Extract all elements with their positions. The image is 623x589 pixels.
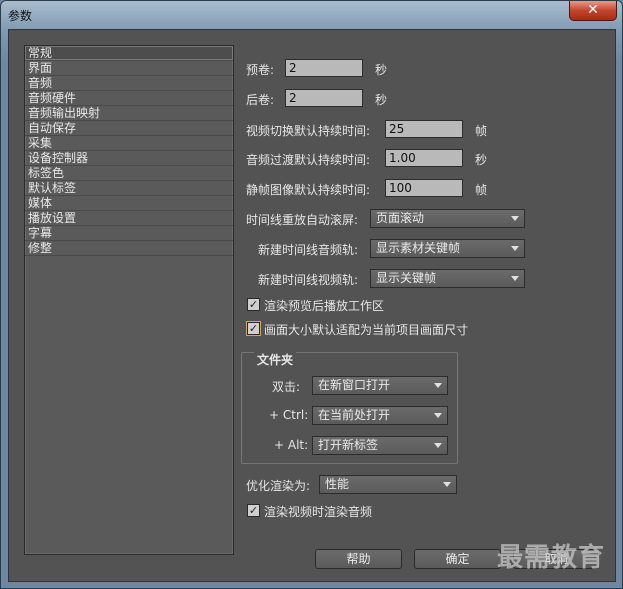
new-audio-track-value: 显示素材关键帧 <box>376 241 461 255</box>
chevron-down-icon <box>434 443 442 448</box>
timeline-scroll-label: 时间线重放自动滚屏: <box>246 213 359 227</box>
render-preview-label: 渲染预览后播放工作区 <box>264 299 385 313</box>
list-item[interactable]: 播放设置 <box>25 211 233 226</box>
chevron-down-icon <box>511 216 519 221</box>
list-item[interactable]: 界面 <box>25 61 233 76</box>
render-audio-label: 渲染视频时渲染音频 <box>264 505 373 519</box>
audio-crossfade-label: 音频过渡默认持续时间: <box>246 153 371 167</box>
double-click-label: 双击: <box>272 380 301 394</box>
still-image-label: 静帧图像默认持续时间: <box>246 183 371 197</box>
postroll-input[interactable]: 2 <box>285 89 363 107</box>
new-audio-track-select[interactable]: 显示素材关键帧 <box>370 239 525 258</box>
chevron-down-icon <box>434 383 442 388</box>
postroll-unit: 秒 <box>375 93 388 107</box>
new-video-track-value: 显示关键帧 <box>376 271 437 285</box>
new-video-track-label: 新建时间线视频轨: <box>258 273 359 287</box>
video-transition-input[interactable]: 25 <box>385 120 463 138</box>
optimize-select[interactable]: 性能 <box>319 475 457 494</box>
preroll-label: 预卷: <box>246 63 275 77</box>
list-item[interactable]: 字幕 <box>25 226 233 241</box>
scale-to-frame-checkbox[interactable]: ✓ <box>247 322 260 335</box>
chevron-down-icon <box>434 413 442 418</box>
chevron-down-icon <box>443 482 451 487</box>
list-item[interactable]: 自动保存 <box>25 121 233 136</box>
video-transition-unit: 帧 <box>475 124 488 138</box>
help-button[interactable]: 帮助 <box>315 549 402 569</box>
ctrl-value: 在当前处打开 <box>318 408 391 422</box>
audio-crossfade-input[interactable]: 1.00 <box>385 149 463 167</box>
optimize-value: 性能 <box>325 477 350 491</box>
render-preview-checkbox[interactable]: ✓ <box>247 298 260 311</box>
audio-crossfade-unit: 秒 <box>475 153 488 167</box>
ctrl-select[interactable]: 在当前处打开 <box>312 406 448 425</box>
alt-value: 打开新标签 <box>318 438 379 452</box>
close-button[interactable]: ✕ <box>569 1 617 21</box>
list-item[interactable]: 音频输出映射 <box>25 106 233 121</box>
video-transition-label: 视频切换默认持续时间: <box>246 124 371 138</box>
bins-group: 文件夹 双击: 在新窗口打开 + Ctrl: 在当前处打开 + Alt: 打开新… <box>241 351 458 464</box>
chevron-down-icon <box>511 246 519 251</box>
list-item[interactable]: 音频 <box>25 76 233 91</box>
alt-select[interactable]: 打开新标签 <box>312 436 448 455</box>
timeline-scroll-value: 页面滚动 <box>376 211 425 225</box>
window-title: 参数 <box>8 9 33 23</box>
double-click-select[interactable]: 在新窗口打开 <box>312 376 448 395</box>
preroll-unit: 秒 <box>375 63 388 77</box>
list-item[interactable]: 标签色 <box>25 166 233 181</box>
list-item[interactable]: 常规 <box>25 46 233 61</box>
alt-label: + Alt: <box>274 438 309 452</box>
watermark-text: 最需教育 <box>497 543 606 573</box>
bins-title: 文件夹 <box>254 351 297 368</box>
preroll-input[interactable]: 2 <box>285 59 363 77</box>
list-item[interactable]: 修整 <box>25 241 233 256</box>
dialog-client: 常规 界面 音频 音频硬件 音频输出映射 自动保存 采集 设备控制器 标签色 默认标签 媒体 播放设置… <box>8 29 616 582</box>
ctrl-label: + Ctrl: <box>269 408 309 422</box>
title-bar[interactable]: 参数 ✕ <box>1 1 622 29</box>
double-click-value: 在新窗口打开 <box>318 378 391 392</box>
category-list[interactable]: 常规 界面 音频 音频硬件 音频输出映射 自动保存 采集 设备控制器 标签色 默认标签 媒体 播放设置… <box>24 45 234 555</box>
render-audio-checkbox[interactable]: ✓ <box>247 504 260 517</box>
list-item[interactable]: 媒体 <box>25 196 233 211</box>
optimize-label: 优化渲染为: <box>246 479 311 493</box>
list-item[interactable]: 采集 <box>25 136 233 151</box>
postroll-label: 后卷: <box>246 93 275 107</box>
still-image-input[interactable]: 100 <box>385 179 463 197</box>
list-item[interactable]: 音频硬件 <box>25 91 233 106</box>
preferences-window: 参数 ✕ 常规 界面 音频 音频硬件 音频输出映射 自动保存 采集 设备控制器 标签色 默认标签媒… <box>0 0 623 589</box>
ok-button[interactable]: 确定 <box>414 549 501 569</box>
new-video-track-select[interactable]: 显示关键帧 <box>370 269 525 288</box>
scale-to-frame-label: 画面大小默认适配为当前项目画面尺寸 <box>264 323 469 337</box>
new-audio-track-label: 新建时间线音频轨: <box>258 243 359 257</box>
list-item[interactable]: 默认标签 <box>25 181 233 196</box>
chevron-down-icon <box>511 276 519 281</box>
timeline-scroll-select[interactable]: 页面滚动 <box>370 209 525 228</box>
still-image-unit: 帧 <box>475 183 488 197</box>
list-item[interactable]: 设备控制器 <box>25 151 233 166</box>
